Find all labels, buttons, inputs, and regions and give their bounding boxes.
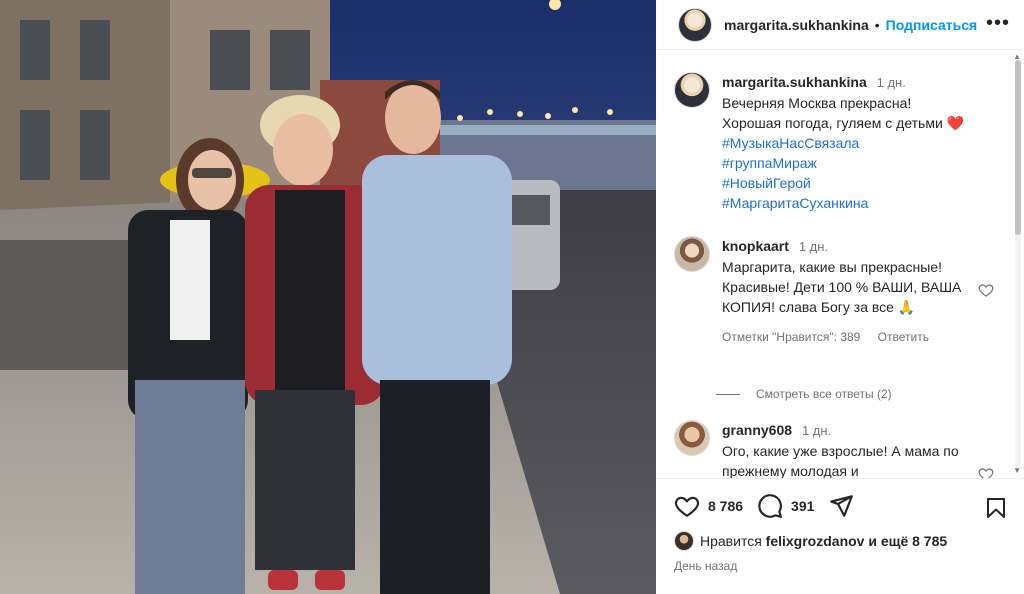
comment-item: granny608 1 дн. Ого, какие уже взрослые!… <box>674 420 1004 478</box>
comment-text: Маргарита, какие вы прекрасные! Красивые… <box>722 259 962 315</box>
commenter-username[interactable]: knopkaart <box>722 238 789 254</box>
post-side-panel: margarita.sukhankina • Подписаться ••• m… <box>656 0 1024 594</box>
liked-by-suffix[interactable]: и ещё 8 785 <box>868 533 947 549</box>
follow-button[interactable]: Подписаться <box>886 17 978 33</box>
separator-dot: • <box>874 16 880 33</box>
liked-by-prefix: Нравится <box>700 533 762 549</box>
share-send-icon[interactable] <box>828 493 854 519</box>
view-replies-button[interactable]: Смотреть все ответы (2) <box>716 387 892 401</box>
comment-likes-count[interactable]: Отметки "Нравится": 389 <box>722 330 860 344</box>
caption-text-line2: Хорошая погода, гуляем с детьми <box>722 115 943 131</box>
comments-count[interactable]: 391 <box>791 498 814 514</box>
comment-like-heart-icon[interactable] <box>978 466 994 478</box>
save-bookmark-icon[interactable] <box>984 495 1008 521</box>
likes-count[interactable]: 8 786 <box>708 498 743 514</box>
scrollbar-thumb[interactable] <box>1015 60 1021 235</box>
comment-bubble-icon[interactable] <box>757 493 783 519</box>
comment-age: 1 дн. <box>801 423 832 438</box>
hashtag-link[interactable]: #МузыкаНасСвязала <box>722 133 964 153</box>
hashtag-link[interactable]: #НовыйГерой <box>722 173 964 193</box>
replies-divider-line <box>716 393 740 395</box>
liked-by-line: Нравится felixgrozdanov и ещё 8 785 <box>674 531 947 551</box>
liked-by-user[interactable]: felixgrozdanov <box>766 533 865 549</box>
caption-text-line1: Вечерняя Москва прекрасна! <box>722 95 912 111</box>
more-horizontal-icon[interactable]: ••• <box>986 13 1010 33</box>
comments-scrollbar[interactable] <box>1015 60 1021 470</box>
like-heart-icon[interactable] <box>674 493 700 519</box>
post-caption: margarita.sukhankina 1 дн. Вечерняя Моск… <box>674 72 994 213</box>
commenter-avatar[interactable] <box>674 236 710 272</box>
caption-author-avatar[interactable] <box>674 72 710 108</box>
commenter-avatar[interactable] <box>674 420 710 456</box>
heart-emoji-icon: ❤️ <box>946 115 965 131</box>
comment-age: 1 дн. <box>798 239 829 254</box>
comment-like-heart-icon[interactable] <box>978 282 994 298</box>
author-avatar[interactable] <box>678 7 712 42</box>
hashtag-link[interactable]: #МаргаритаСуханкина <box>722 193 964 213</box>
caption-age: 1 дн. <box>876 75 906 90</box>
comments-section[interactable]: margarita.sukhankina 1 дн. Вечерняя Моск… <box>656 50 1024 478</box>
post-photo[interactable] <box>0 0 656 594</box>
reply-button[interactable]: Ответить <box>878 330 929 344</box>
post-header: margarita.sukhankina • Подписаться ••• <box>656 0 1024 50</box>
hashtag-link[interactable]: #группаМираж <box>722 153 964 173</box>
caption-username[interactable]: margarita.sukhankina <box>722 74 867 90</box>
scroll-down-arrow-icon[interactable]: ▼ <box>1013 466 1021 475</box>
liker-avatar[interactable] <box>674 531 694 551</box>
comment-item: knopkaart 1 дн. Маргарита, какие вы прек… <box>674 236 1004 347</box>
post-actions-bar: 8 786 391 Нравится felixgrozdanov и ещё … <box>656 478 1024 594</box>
author-username[interactable]: margarita.sukhankina <box>724 17 869 33</box>
view-replies-label[interactable]: Смотреть все ответы (2) <box>756 387 892 401</box>
commenter-username[interactable]: granny608 <box>722 422 792 438</box>
post-time-ago[interactable]: День назад <box>674 559 737 573</box>
comment-text: Ого, какие уже взрослые! А мама по прежн… <box>722 443 959 478</box>
